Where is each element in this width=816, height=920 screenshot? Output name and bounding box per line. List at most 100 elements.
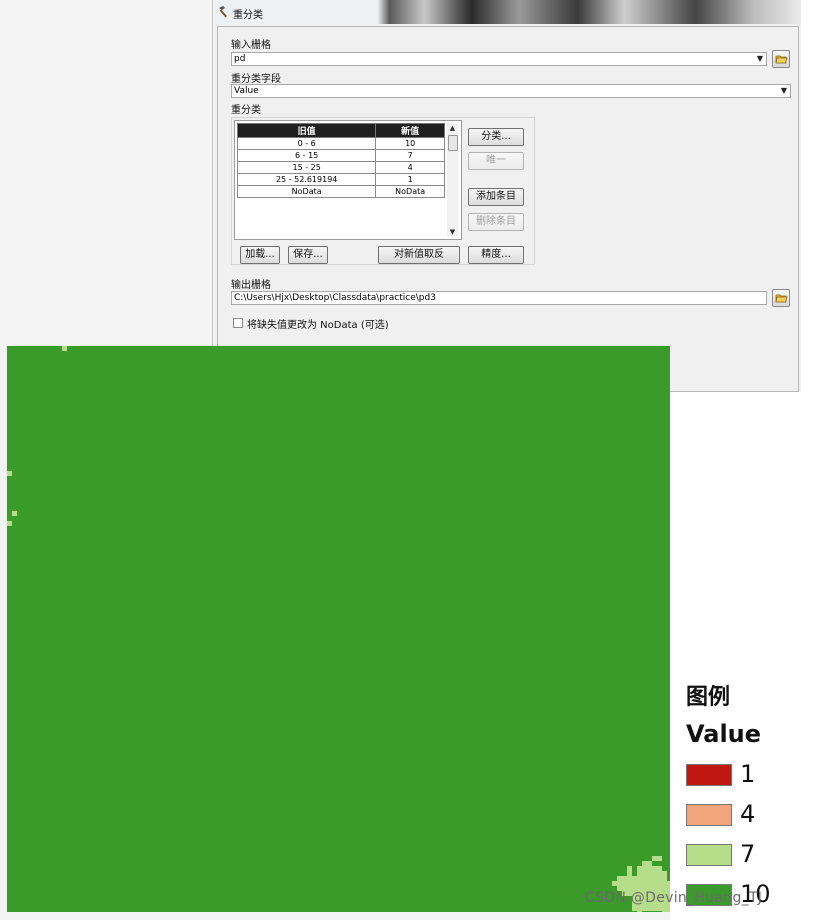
raster-cell bbox=[657, 856, 662, 861]
legend-swatch bbox=[686, 764, 732, 786]
raster-cell bbox=[7, 471, 12, 476]
reclassified-raster-map[interactable] bbox=[7, 346, 670, 912]
raster-cell bbox=[637, 871, 642, 876]
input-browse-button[interactable] bbox=[772, 50, 790, 68]
folder-open-icon bbox=[775, 294, 788, 303]
raster-cell bbox=[657, 906, 662, 911]
raster-cell bbox=[647, 881, 652, 886]
raster-cell bbox=[637, 876, 642, 881]
reverse-new-values-button[interactable]: 对新值取反 bbox=[378, 246, 460, 264]
new-value-cell[interactable]: 4 bbox=[375, 161, 445, 174]
reclass-field-combobox[interactable]: Value ▼ bbox=[231, 84, 791, 98]
title-bar[interactable]: 重分类 bbox=[213, 0, 801, 24]
old-value-header[interactable]: 旧值 bbox=[236, 123, 377, 138]
scroll-down-icon[interactable]: ▼ bbox=[447, 227, 458, 237]
legend-swatch bbox=[686, 844, 732, 866]
raster-cell bbox=[647, 876, 652, 881]
load-button[interactable]: 加载... bbox=[240, 246, 280, 264]
reclassify-dialog: 重分类 输入栅格 pd ▼ 重分类字段 Value ▼ 重分类 旧值 新值 0 … bbox=[212, 0, 801, 392]
legend-value: 4 bbox=[740, 800, 756, 828]
chevron-down-icon[interactable]: ▼ bbox=[755, 53, 765, 65]
raster-cell bbox=[652, 906, 657, 911]
raster-cell bbox=[652, 856, 657, 861]
legend-swatch bbox=[686, 804, 732, 826]
table-row[interactable]: 15 - 25 4 bbox=[236, 161, 445, 174]
raster-cell bbox=[647, 906, 652, 911]
raster-cell bbox=[627, 876, 632, 881]
raster-cell bbox=[647, 861, 652, 866]
delete-entry-button[interactable]: 删除条目 bbox=[468, 213, 524, 231]
new-value-cell[interactable]: 10 bbox=[375, 137, 445, 150]
precision-button[interactable]: 精度... bbox=[468, 246, 524, 264]
output-browse-button[interactable] bbox=[772, 289, 790, 307]
raster-cell bbox=[642, 871, 647, 876]
raster-cell bbox=[637, 866, 642, 871]
input-raster-combobox[interactable]: pd ▼ bbox=[231, 52, 767, 66]
save-button[interactable]: 保存... bbox=[288, 246, 328, 264]
raster-cell bbox=[652, 876, 657, 881]
new-value-cell[interactable]: 7 bbox=[375, 149, 445, 162]
output-raster-field[interactable]: C:\Users\Hjx\Desktop\Classdata\practice\… bbox=[231, 291, 767, 305]
nodata-checkbox[interactable] bbox=[233, 318, 243, 328]
old-value-cell[interactable]: 0 - 6 bbox=[236, 137, 377, 150]
table-row[interactable]: NoData NoData bbox=[236, 185, 445, 198]
raster-cell bbox=[632, 876, 637, 881]
dialog-body: 输入栅格 pd ▼ 重分类字段 Value ▼ 重分类 旧值 新值 0 - 6 … bbox=[217, 26, 799, 392]
raster-cell bbox=[642, 906, 647, 911]
table-row[interactable]: 6 - 15 7 bbox=[236, 149, 445, 162]
old-value-cell[interactable]: 15 - 25 bbox=[236, 161, 377, 174]
unique-button[interactable]: 唯一 bbox=[468, 152, 524, 170]
new-value-header[interactable]: 新值 bbox=[375, 123, 445, 138]
reclass-group: 旧值 新值 0 - 6 10 6 - 15 7 15 - 25 4 25 - 52.6… bbox=[231, 117, 535, 265]
scroll-up-icon[interactable]: ▲ bbox=[447, 123, 458, 133]
raster-cell bbox=[652, 866, 657, 871]
legend-value: 7 bbox=[740, 840, 756, 868]
raster-cell bbox=[617, 876, 622, 881]
reclass-table-container: 旧值 新值 0 - 6 10 6 - 15 7 15 - 25 4 25 - 52.6… bbox=[234, 120, 462, 240]
raster-cell bbox=[662, 911, 667, 912]
raster-cell bbox=[7, 521, 12, 526]
watermark: CSDN @Devin_Huang_TJ bbox=[585, 890, 763, 906]
old-value-cell[interactable]: 25 - 52.619194 bbox=[236, 173, 377, 186]
raster-cell bbox=[647, 871, 652, 876]
raster-cell bbox=[637, 881, 642, 886]
table-row[interactable]: 0 - 6 10 bbox=[236, 137, 445, 150]
legend-field-name: Value bbox=[686, 720, 762, 748]
raster-cell bbox=[612, 881, 617, 886]
old-value-cell[interactable]: NoData bbox=[236, 185, 377, 198]
chevron-down-icon[interactable]: ▼ bbox=[779, 85, 789, 97]
raster-cell bbox=[627, 871, 632, 876]
output-raster-value: C:\Users\Hjx\Desktop\Classdata\practice\… bbox=[234, 293, 436, 303]
raster-cell bbox=[622, 876, 627, 881]
raster-cell bbox=[637, 911, 642, 912]
raster-cell bbox=[647, 866, 652, 871]
raster-cell bbox=[657, 871, 662, 876]
input-raster-value: pd bbox=[234, 54, 246, 64]
raster-cell bbox=[642, 881, 647, 886]
classify-button[interactable]: 分类... bbox=[468, 128, 524, 146]
scroll-thumb[interactable] bbox=[448, 135, 458, 151]
raster-cell bbox=[12, 511, 17, 516]
add-entry-button[interactable]: 添加条目 bbox=[468, 188, 524, 206]
raster-cell bbox=[62, 346, 67, 351]
raster-cell bbox=[642, 866, 647, 871]
legend-title: 图例 bbox=[686, 685, 731, 710]
nodata-checkbox-label[interactable]: 将缺失值更改为 NoData (可选) bbox=[247, 316, 389, 331]
reclass-table[interactable]: 旧值 新值 0 - 6 10 6 - 15 7 15 - 25 4 25 - 52.6… bbox=[236, 123, 445, 198]
raster-cell bbox=[662, 876, 667, 881]
new-value-cell[interactable]: NoData bbox=[375, 185, 445, 198]
table-scrollbar[interactable]: ▲ ▼ bbox=[447, 123, 458, 237]
output-raster-label: 输出栅格 bbox=[231, 280, 271, 291]
new-value-cell[interactable]: 1 bbox=[375, 173, 445, 186]
input-raster-label: 输入栅格 bbox=[231, 40, 271, 51]
raster-cell bbox=[662, 881, 667, 886]
background-left bbox=[0, 0, 214, 345]
legend-item: 4 bbox=[686, 800, 796, 828]
raster-cell bbox=[622, 881, 627, 886]
raster-cell bbox=[642, 861, 647, 866]
raster-cell bbox=[627, 866, 632, 871]
old-value-cell[interactable]: 6 - 15 bbox=[236, 149, 377, 162]
raster-cell bbox=[652, 881, 657, 886]
raster-cell bbox=[652, 871, 657, 876]
table-row[interactable]: 25 - 52.619194 1 bbox=[236, 173, 445, 186]
